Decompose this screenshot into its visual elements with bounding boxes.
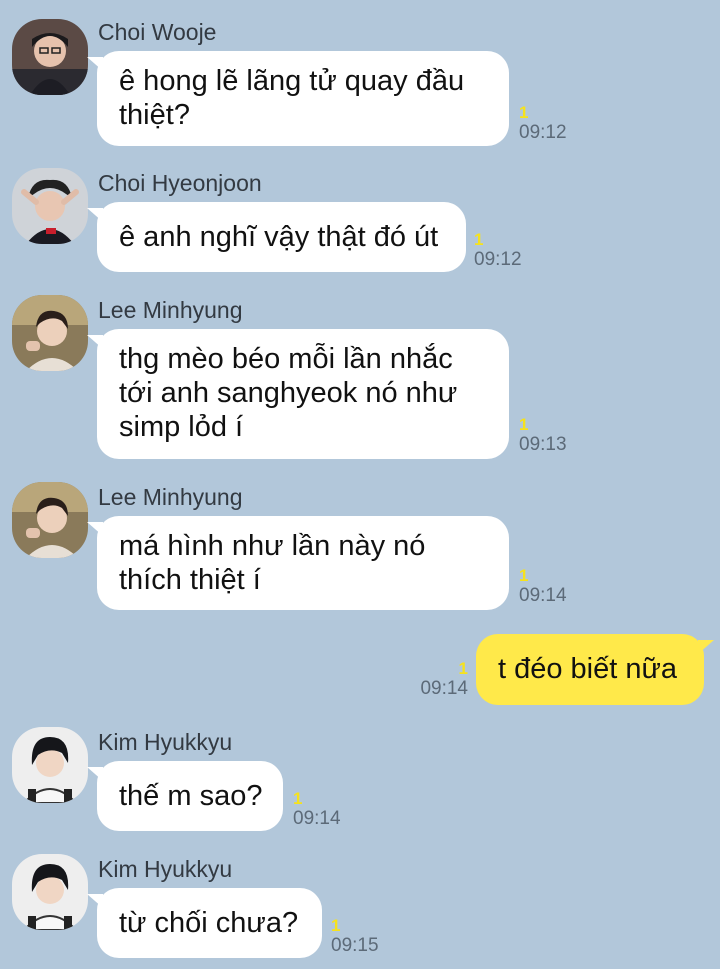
timestamp: 09:14	[420, 678, 468, 699]
sender-name: Lee Minhyung	[98, 297, 243, 323]
message-text: từ chối chưa?	[119, 907, 299, 939]
avatar[interactable]	[12, 19, 88, 95]
message-text: má hình như lần này nó	[119, 530, 426, 562]
message-text: simp lỏd í	[119, 411, 244, 443]
message-bubble[interactable]: thế m sao?	[87, 761, 283, 831]
outgoing-message-bubble[interactable]: t đéo biết nữa	[476, 634, 714, 705]
message-bubble[interactable]: má hình như lần này nó thích thiệt í	[87, 516, 509, 610]
sender-name: Lee Minhyung	[98, 484, 243, 510]
message-text: thiệt?	[119, 99, 190, 131]
message-bubble[interactable]: ê hong lẽ lãng tử quay đầu thiệt?	[87, 51, 509, 146]
bubble-tail	[87, 522, 103, 536]
message-meta: 1 09:15	[331, 917, 379, 957]
avatar[interactable]	[12, 482, 88, 558]
message-meta: 1 09:12	[474, 231, 522, 271]
timestamp: 09:13	[519, 434, 567, 455]
bubble-tail	[87, 767, 103, 781]
avatar[interactable]	[12, 295, 88, 371]
message-text: thích thiệt í	[119, 564, 261, 596]
sender-name: Choi Wooje	[98, 19, 217, 45]
message-bubble[interactable]: ê anh nghĩ vậy thật đó út	[87, 202, 466, 272]
message-meta: 1 09:14	[519, 567, 567, 607]
unread-count: 1	[458, 659, 468, 678]
message-meta: 1 09:12	[519, 104, 567, 144]
message-text: thế m sao?	[119, 780, 263, 812]
timestamp: 09:12	[474, 249, 522, 270]
unread-count: 1	[519, 103, 529, 122]
unread-count: 1	[293, 789, 303, 808]
message-bubble[interactable]: thg mèo béo mỗi lần nhắc tới anh sanghye…	[87, 329, 509, 459]
timestamp: 09:12	[519, 122, 567, 143]
timestamp: 09:15	[331, 935, 379, 956]
bubble-tail	[87, 208, 103, 222]
bubble-tail	[87, 894, 103, 908]
unread-count: 1	[331, 916, 341, 935]
message-text: ê anh nghĩ vậy thật đó út	[119, 221, 439, 253]
bubble-tail	[87, 57, 103, 71]
bubble-tail	[87, 335, 103, 349]
message-meta: 1 09:13	[519, 416, 567, 456]
message-meta: 1 09:14	[414, 660, 468, 700]
timestamp: 09:14	[293, 808, 341, 829]
timestamp: 09:14	[519, 585, 567, 606]
avatar[interactable]	[12, 168, 88, 244]
unread-count: 1	[474, 230, 484, 249]
avatar[interactable]	[12, 727, 88, 803]
message-text: tới anh sanghyeok nó như	[119, 377, 458, 409]
message-meta: 1 09:14	[293, 790, 341, 830]
message-bubble[interactable]: từ chối chưa?	[87, 888, 322, 958]
avatar[interactable]	[12, 854, 88, 930]
message-text: t đéo biết nữa	[498, 653, 678, 685]
sender-name: Kim Hyukkyu	[98, 856, 233, 882]
bubble-tail	[698, 640, 714, 654]
message-text: ê hong lẽ lãng tử quay đầu	[119, 65, 465, 97]
unread-count: 1	[519, 415, 529, 434]
sender-name: Choi Hyeonjoon	[98, 170, 262, 196]
message-text: thg mèo béo mỗi lần nhắc	[119, 343, 453, 375]
sender-name: Kim Hyukkyu	[98, 729, 233, 755]
unread-count: 1	[519, 566, 529, 585]
